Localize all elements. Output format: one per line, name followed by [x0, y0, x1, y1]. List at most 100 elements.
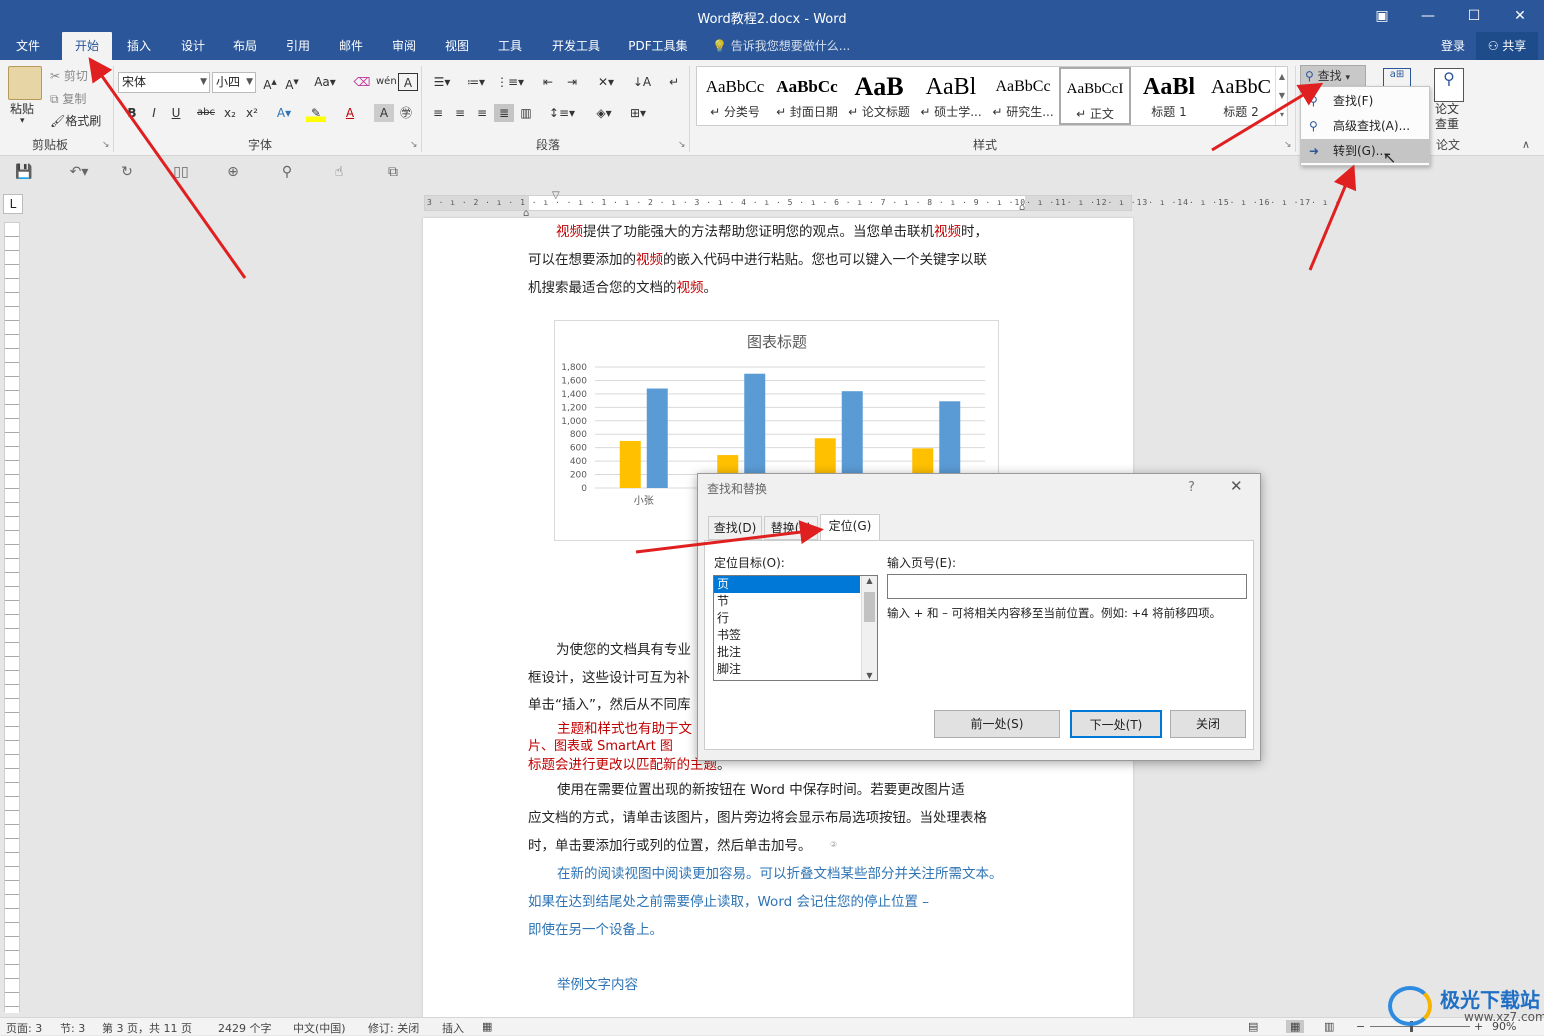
numbering-icon[interactable]: ≔▾: [462, 73, 490, 91]
justify-icon[interactable]: ≣: [494, 104, 514, 122]
style-item[interactable]: AaBl 标题 1: [1133, 67, 1205, 125]
paragraph-1-line-3[interactable]: 机搜索最适合您的文档的视频。: [528, 274, 717, 302]
font-name-combo[interactable]: 宋体 ▼: [118, 72, 210, 93]
style-item[interactable]: AaB ↵ 论文标题: [843, 67, 915, 125]
menu-item-advanced-find[interactable]: ⚲ 高级查找(A)...: [1301, 114, 1429, 138]
read-mode-view-icon[interactable]: ▤: [1248, 1020, 1258, 1033]
style-item-selected[interactable]: AaBbCcI ↵ 正文: [1059, 67, 1131, 125]
chevron-up-icon[interactable]: ▲: [1276, 67, 1288, 86]
italic-icon[interactable]: I: [144, 104, 164, 122]
change-case-icon[interactable]: Aa▾: [312, 73, 338, 91]
copy-button[interactable]: ⧉ 复制: [50, 90, 86, 107]
status-word-count[interactable]: 2429 个字: [218, 1020, 272, 1036]
vertical-ruler[interactable]: [4, 222, 20, 1013]
tell-me-box[interactable]: 💡 告诉我您想要做什么...: [712, 32, 862, 60]
grow-font-icon[interactable]: A▲: [260, 73, 280, 92]
style-item[interactable]: AaBbC 标题 2: [1205, 67, 1277, 125]
paragraph-1-line-1[interactable]: 视频提供了功能强大的方法帮助您证明您的观点。当您单击联机视频时，: [528, 218, 988, 246]
tab-home[interactable]: 开始: [62, 32, 112, 60]
tab-tools[interactable]: 工具: [487, 32, 533, 60]
paragraph-1-line-2[interactable]: 可以在想要添加的视频的嵌入代码中进行粘贴。您也可以键入一个关键字以联: [528, 246, 987, 274]
print-layout-view-icon[interactable]: ▦: [1286, 1020, 1305, 1033]
bar-series-2[interactable]: [744, 373, 766, 488]
align-center-icon[interactable]: ≡: [450, 104, 470, 122]
dialog-close-icon[interactable]: ✕: [1230, 477, 1243, 495]
font-size-combo[interactable]: 小四 ▼: [212, 72, 256, 93]
multilevel-list-icon[interactable]: ⋮≡▾: [496, 73, 524, 91]
styles-launcher-icon[interactable]: ↘: [1284, 140, 1292, 150]
highlight-icon[interactable]: ✎: [306, 104, 326, 122]
read-mode-icon[interactable]: ▯▯: [170, 164, 192, 182]
tab-developer[interactable]: 开发工具: [540, 32, 612, 60]
list-item[interactable]: 节: [714, 593, 860, 610]
paragraph-2-line-3[interactable]: 单击“插入”，然后从不同库: [528, 691, 691, 719]
tab-mailings[interactable]: 邮件: [328, 32, 374, 60]
status-track-changes[interactable]: 修订: 关闭: [368, 1020, 419, 1036]
paragraph-5-line-3[interactable]: 即使在另一个设备上。: [528, 916, 663, 944]
paragraph-5-line-2[interactable]: 如果在达到结尾处之前需要停止读取，Word 会记住您的停止位置 –: [528, 888, 929, 916]
paragraph-4-line-3[interactable]: 时，单击要添加行或列的位置，然后单击加号。: [528, 832, 812, 860]
save-icon[interactable]: 💾: [13, 164, 35, 182]
previous-button[interactable]: 前一处(S): [934, 710, 1060, 738]
chinese-layout-icon[interactable]: ✕▾: [592, 73, 620, 91]
tab-references[interactable]: 引用: [275, 32, 321, 60]
paragraph-3-line-1[interactable]: 主题和样式也有助于文: [557, 720, 692, 738]
web-layout-view-icon[interactable]: ▥: [1324, 1020, 1334, 1033]
font-launcher-icon[interactable]: ↘: [410, 140, 418, 150]
list-item[interactable]: 行: [714, 610, 860, 627]
login-link[interactable]: 登录: [1430, 32, 1476, 60]
chevron-up-icon[interactable]: ▲: [862, 576, 877, 585]
paragraph-5-line-1[interactable]: 在新的阅读视图中阅读更加容易。可以折叠文档某些部分并关注所需文本。: [557, 860, 1003, 888]
list-scrollbar[interactable]: ▲ ▼: [861, 576, 877, 680]
align-right-icon[interactable]: ≡: [472, 104, 492, 122]
align-left-icon[interactable]: ≡: [428, 104, 448, 122]
char-border-icon[interactable]: A: [398, 73, 418, 91]
more-icon[interactable]: ▾: [1276, 105, 1288, 124]
tab-pdf-tools[interactable]: PDF工具集: [622, 32, 694, 60]
right-indent-icon[interactable]: ⌂: [1019, 202, 1025, 213]
find-dropdown-button[interactable]: ⚲ 查找 ▾: [1300, 65, 1366, 87]
dialog-close-button[interactable]: 关闭: [1170, 710, 1246, 738]
gallery-scroll[interactable]: ▲ ▼ ▾: [1275, 67, 1288, 125]
show-marks-icon[interactable]: ↵: [664, 73, 684, 91]
minimize-icon[interactable]: —: [1405, 0, 1451, 32]
paragraph-4-line-1[interactable]: 使用在需要位置出现的新按钮在 Word 中保存时间。若要更改图片适: [557, 776, 965, 804]
next-button[interactable]: 下一处(T): [1070, 710, 1162, 738]
underline-icon[interactable]: U: [166, 104, 186, 122]
status-insert-mode[interactable]: 插入: [442, 1020, 464, 1036]
paragraph-launcher-icon[interactable]: ↘: [678, 140, 686, 150]
tab-goto[interactable]: 定位(G): [820, 514, 880, 541]
borders-icon[interactable]: ⊞▾: [624, 104, 652, 122]
sort-icon[interactable]: ↓A: [632, 73, 652, 91]
list-item[interactable]: 脚注: [714, 661, 860, 678]
goto-target-list[interactable]: 页 节 行 书签 批注 脚注 ▲ ▼: [713, 575, 878, 681]
macro-icon[interactable]: ▦: [482, 1020, 492, 1033]
enclose-char-icon[interactable]: ㊫: [396, 104, 416, 122]
style-item[interactable]: AaBbCc ↵ 研究生...: [987, 67, 1059, 125]
undo-icon[interactable]: ↶▾: [64, 164, 94, 182]
cut-button[interactable]: ✂ 剪切: [50, 67, 88, 84]
paste-icon[interactable]: [8, 66, 42, 100]
tab-review[interactable]: 审阅: [381, 32, 427, 60]
list-item[interactable]: 书签: [714, 627, 860, 644]
phonetic-guide-icon[interactable]: wén: [376, 73, 397, 91]
decrease-indent-icon[interactable]: ⇤: [538, 73, 558, 91]
paragraph-4-line-2[interactable]: 应文档的方式，请单击该图片，图片旁边将会显示布局选项按钮。当处理表格: [528, 804, 987, 832]
web-layout-icon[interactable]: ⊕: [222, 164, 244, 182]
page-number-input[interactable]: [887, 574, 1247, 599]
status-section[interactable]: 节: 3: [60, 1020, 85, 1036]
chevron-down-icon[interactable]: ▼: [862, 671, 877, 680]
status-page-count[interactable]: 第 3 页，共 11 页: [102, 1020, 192, 1036]
chevron-down-icon[interactable]: ▼: [1276, 86, 1288, 105]
bold-icon[interactable]: B: [122, 104, 142, 122]
style-item[interactable]: AaBbCc ↵ 分类号: [699, 67, 771, 125]
tab-insert[interactable]: 插入: [116, 32, 162, 60]
shading-icon[interactable]: ◈▾: [590, 104, 618, 122]
touch-mode-icon[interactable]: ☝: [328, 164, 350, 182]
paragraph-2-line-1[interactable]: 为使您的文档具有专业: [528, 636, 691, 664]
superscript-icon[interactable]: x²: [242, 104, 262, 122]
subscript-icon[interactable]: x₂: [220, 104, 240, 122]
paragraph-6[interactable]: 举例文字内容: [557, 971, 638, 999]
paragraph-2-line-2[interactable]: 框设计，这些设计可互为补: [528, 664, 690, 692]
bar-series-1[interactable]: [619, 440, 641, 488]
